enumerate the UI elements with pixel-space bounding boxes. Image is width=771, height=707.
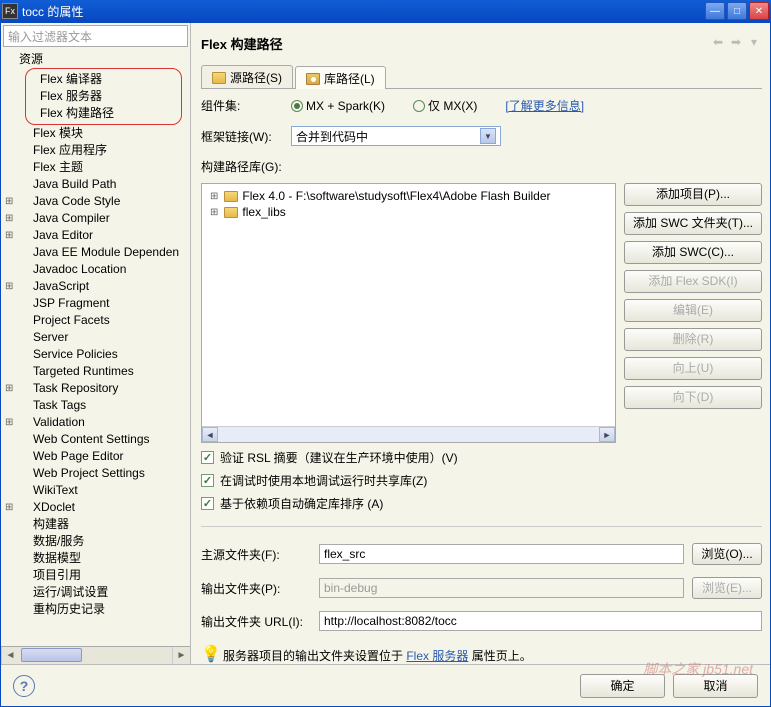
ok-button[interactable]: 确定 [580, 674, 665, 698]
sidebar-hscroll[interactable]: ◄► [1, 646, 190, 664]
tree-item[interactable]: Task Repository [1, 380, 190, 397]
tree-item[interactable]: 重构历史记录 [1, 601, 190, 618]
titlebar: Fx tocc 的属性 — □ ✕ [0, 0, 771, 22]
learn-more-link[interactable]: [了解更多信息] [505, 97, 584, 114]
main-src-input[interactable]: flex_src [319, 544, 684, 564]
add-swc-button[interactable]: 添加 SWC(C)... [624, 241, 762, 264]
tree-item[interactable]: Java Compiler [1, 210, 190, 227]
browse-output-button: 浏览(E)... [692, 577, 762, 599]
tab-source-path[interactable]: 源路径(S) [201, 65, 293, 88]
radio-mx-only[interactable]: 仅 MX(X) [413, 97, 477, 114]
tree-item[interactable]: Web Page Editor [1, 448, 190, 465]
down-button: 向下(D) [624, 386, 762, 409]
output-folder-input: bin-debug [319, 578, 684, 598]
back-icon[interactable]: ⬅ [710, 35, 726, 51]
tree-item[interactable]: Flex 编译器 [32, 71, 175, 88]
tree-item[interactable]: Validation [1, 414, 190, 431]
tree-item[interactable]: WikiText [1, 482, 190, 499]
tree-item[interactable]: JSP Fragment [1, 295, 190, 312]
main-src-label: 主源文件夹(F): [201, 546, 311, 563]
footer: ? 确定 取消 [1, 664, 770, 706]
lib-item[interactable]: flex_libs [206, 204, 611, 220]
library-icon [306, 73, 320, 85]
chevron-down-icon: ▼ [480, 128, 496, 144]
up-button: 向上(U) [624, 357, 762, 380]
minimize-button[interactable]: — [705, 2, 725, 20]
framework-link-label: 框架链接(W): [201, 128, 279, 145]
tree-item[interactable]: Flex 构建路径 [32, 105, 175, 122]
flex-server-link[interactable]: Flex 服务器 [406, 649, 468, 663]
lib-hscroll[interactable]: ◄► [202, 426, 615, 442]
output-url-input[interactable]: http://localhost:8082/tocc [319, 611, 762, 631]
tree-item[interactable]: Flex 服务器 [32, 88, 175, 105]
tree-item[interactable]: Flex 模块 [1, 125, 190, 142]
maximize-button[interactable]: □ [727, 2, 747, 20]
folder-icon [224, 207, 238, 218]
tree-item[interactable]: Service Policies [1, 346, 190, 363]
tree-item[interactable]: Java Editor [1, 227, 190, 244]
tree-root[interactable]: 资源 [1, 51, 190, 68]
tree-item[interactable]: Java Build Path [1, 176, 190, 193]
radio-mx-spark[interactable]: MX + Spark(K) [291, 99, 385, 113]
remove-button: 删除(R) [624, 328, 762, 351]
edit-button: 编辑(E) [624, 299, 762, 322]
cancel-button[interactable]: 取消 [673, 674, 758, 698]
highlighted-group: Flex 编译器 Flex 服务器 Flex 构建路径 [25, 68, 182, 125]
tree-item[interactable]: Java Code Style [1, 193, 190, 210]
lib-item[interactable]: Flex 4.0 - F:\software\studysoft\Flex4\A… [206, 188, 611, 204]
tree-item[interactable]: Task Tags [1, 397, 190, 414]
checkbox-debug-shared[interactable]: ✓ [201, 474, 214, 487]
tree-item[interactable]: Project Facets [1, 312, 190, 329]
tree-item[interactable]: Server [1, 329, 190, 346]
build-path-lib-label: 构建路径库(G): [201, 158, 282, 175]
folder-icon [212, 72, 226, 84]
forward-icon[interactable]: ➡ [728, 35, 744, 51]
category-tree[interactable]: 资源 Flex 编译器 Flex 服务器 Flex 构建路径 Flex 模块Fl… [1, 49, 190, 646]
output-url-label: 输出文件夹 URL(I): [201, 613, 311, 630]
tree-item[interactable]: JavaScript [1, 278, 190, 295]
window-title: tocc 的属性 [22, 3, 705, 20]
tree-item[interactable]: 构建器 [1, 516, 190, 533]
tabs: 源路径(S) 库路径(L) [201, 65, 762, 89]
tree-item[interactable]: Web Content Settings [1, 431, 190, 448]
tree-item[interactable]: Java EE Module Dependen [1, 244, 190, 261]
checkbox-rsl[interactable]: ✓ [201, 451, 214, 464]
tip-row: 💡 服务器项目的输出文件夹设置位于 Flex 服务器 属性页上。 [201, 647, 762, 664]
sidebar: 输入过滤器文本 资源 Flex 编译器 Flex 服务器 Flex 构建路径 F… [1, 23, 191, 664]
output-folder-label: 输出文件夹(P): [201, 580, 311, 597]
menu-icon[interactable]: ▾ [746, 35, 762, 51]
help-icon[interactable]: ? [13, 675, 35, 697]
framework-link-select[interactable]: 合并到代码中▼ [291, 126, 501, 146]
app-icon: Fx [2, 3, 18, 19]
tree-item[interactable]: 项目引用 [1, 567, 190, 584]
checkbox-auto-order[interactable]: ✓ [201, 497, 214, 510]
tree-item[interactable]: 数据/服务 [1, 533, 190, 550]
add-swc-folder-button[interactable]: 添加 SWC 文件夹(T)... [624, 212, 762, 235]
tree-item[interactable]: Flex 应用程序 [1, 142, 190, 159]
filter-input[interactable]: 输入过滤器文本 [3, 25, 188, 47]
library-tree[interactable]: Flex 4.0 - F:\software\studysoft\Flex4\A… [201, 183, 616, 443]
tree-item[interactable]: Flex 主题 [1, 159, 190, 176]
tree-item[interactable]: Web Project Settings [1, 465, 190, 482]
content-pane: Flex 构建路径 ⬅ ➡ ▾ 源路径(S) 库路径(L) 组件集: MX + … [191, 23, 770, 664]
browse-main-src-button[interactable]: 浏览(O)... [692, 543, 762, 565]
folder-icon [224, 191, 238, 202]
lightbulb-icon: 💡 [201, 648, 217, 664]
tree-item[interactable]: XDoclet [1, 499, 190, 516]
tab-library-path[interactable]: 库路径(L) [295, 66, 386, 89]
tree-item[interactable]: Javadoc Location [1, 261, 190, 278]
component-set-label: 组件集: [201, 97, 279, 114]
tree-item[interactable]: Targeted Runtimes [1, 363, 190, 380]
add-flex-sdk-button: 添加 Flex SDK(I) [624, 270, 762, 293]
tree-item[interactable]: 运行/调试设置 [1, 584, 190, 601]
tree-item[interactable]: 数据模型 [1, 550, 190, 567]
page-title: Flex 构建路径 [201, 34, 708, 53]
add-project-button[interactable]: 添加项目(P)... [624, 183, 762, 206]
close-button[interactable]: ✕ [749, 2, 769, 20]
